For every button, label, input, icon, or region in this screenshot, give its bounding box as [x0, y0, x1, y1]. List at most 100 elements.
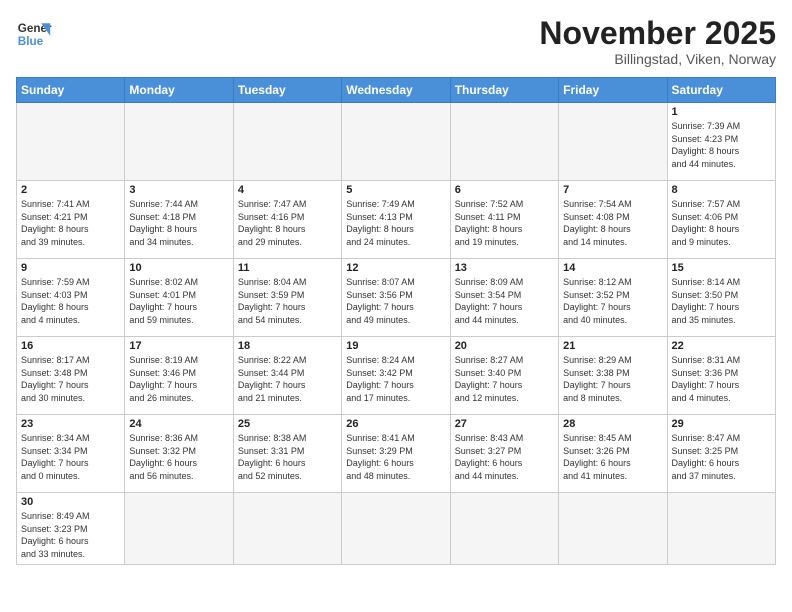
day-number: 5 — [346, 184, 445, 196]
calendar-cell: 12 Sunrise: 8:07 AM Sunset: 3:56 PM Dayli… — [342, 259, 450, 337]
calendar-cell: 14Sunrise: 8:12 AM Sunset: 3:52 PM Dayli… — [559, 259, 667, 337]
week-row-0: 1Sunrise: 7:39 AM Sunset: 4:23 PM Daylig… — [17, 103, 776, 181]
calendar-cell: 15 Sunrise: 8:14 AM Sunset: 3:50 PM Dayli… — [667, 259, 775, 337]
calendar-cell — [559, 103, 667, 181]
calendar-cell: 8 Sunrise: 7:57 AM Sunset: 4:06 PM Daylig… — [667, 181, 775, 259]
day-number: 4 — [238, 184, 337, 196]
calendar-cell: 25 Sunrise: 8:38 AM Sunset: 3:31 PM Dayli… — [233, 415, 341, 493]
day-number: 26 — [346, 418, 445, 430]
day-number: 23 — [21, 418, 120, 430]
calendar-cell — [342, 493, 450, 564]
calendar-cell: 7 Sunrise: 7:54 AM Sunset: 4:08 PM Daylig… — [559, 181, 667, 259]
day-number: 16 — [21, 340, 120, 352]
day-info: Sunrise: 8:09 AM Sunset: 3:54 PM Dayligh… — [455, 276, 554, 326]
day-number: 30 — [21, 496, 120, 508]
calendar-cell: 28 Sunrise: 8:45 AM Sunset: 3:26 PM Dayli… — [559, 415, 667, 493]
day-number: 27 — [455, 418, 554, 430]
day-info: Sunrise: 8:07 AM Sunset: 3:56 PM Dayligh… — [346, 276, 445, 326]
calendar-cell: 20Sunrise: 8:27 AM Sunset: 3:40 PM Dayli… — [450, 337, 558, 415]
day-number: 29 — [672, 418, 771, 430]
week-row-1: 2Sunrise: 7:41 AM Sunset: 4:21 PM Daylig… — [17, 181, 776, 259]
day-info: Sunrise: 8:17 AM Sunset: 3:48 PM Dayligh… — [21, 354, 120, 404]
calendar-cell: 11Sunrise: 8:04 AM Sunset: 3:59 PM Dayli… — [233, 259, 341, 337]
calendar: Sunday Monday Tuesday Wednesday Thursday… — [16, 77, 776, 564]
calendar-cell: 10 Sunrise: 8:02 AM Sunset: 4:01 PM Dayli… — [125, 259, 233, 337]
calendar-cell: 6 Sunrise: 7:52 AM Sunset: 4:11 PM Daylig… — [450, 181, 558, 259]
day-number: 25 — [238, 418, 337, 430]
day-number: 2 — [21, 184, 120, 196]
day-number: 17 — [129, 340, 228, 352]
calendar-cell — [17, 103, 125, 181]
calendar-cell: 23Sunrise: 8:34 AM Sunset: 3:34 PM Dayli… — [17, 415, 125, 493]
day-info: Sunrise: 7:54 AM Sunset: 4:08 PM Dayligh… — [563, 198, 662, 248]
calendar-cell: 17 Sunrise: 8:19 AM Sunset: 3:46 PM Dayli… — [125, 337, 233, 415]
calendar-cell: 24 Sunrise: 8:36 AM Sunset: 3:32 PM Dayli… — [125, 415, 233, 493]
day-info: Sunrise: 8:31 AM Sunset: 3:36 PM Dayligh… — [672, 354, 771, 404]
weekday-header-row: Sunday Monday Tuesday Wednesday Thursday… — [17, 78, 776, 103]
day-number: 8 — [672, 184, 771, 196]
week-row-4: 23Sunrise: 8:34 AM Sunset: 3:34 PM Dayli… — [17, 415, 776, 493]
day-number: 6 — [455, 184, 554, 196]
day-info: Sunrise: 7:57 AM Sunset: 4:06 PM Dayligh… — [672, 198, 771, 248]
day-info: Sunrise: 8:24 AM Sunset: 3:42 PM Dayligh… — [346, 354, 445, 404]
calendar-cell — [450, 103, 558, 181]
day-number: 3 — [129, 184, 228, 196]
day-number: 12 — [346, 262, 445, 274]
header-friday: Friday — [559, 78, 667, 103]
location: Billingstad, Viken, Norway — [539, 51, 776, 67]
day-info: Sunrise: 8:14 AM Sunset: 3:50 PM Dayligh… — [672, 276, 771, 326]
title-block: November 2025 Billingstad, Viken, Norway — [539, 16, 776, 67]
header: General Blue November 2025 Billingstad, … — [16, 16, 776, 67]
day-number: 18 — [238, 340, 337, 352]
day-number: 22 — [672, 340, 771, 352]
day-info: Sunrise: 8:49 AM Sunset: 3:23 PM Dayligh… — [21, 510, 120, 560]
calendar-cell: 4 Sunrise: 7:47 AM Sunset: 4:16 PM Daylig… — [233, 181, 341, 259]
day-number: 13 — [455, 262, 554, 274]
day-info: Sunrise: 8:12 AM Sunset: 3:52 PM Dayligh… — [563, 276, 662, 326]
calendar-cell: 13 Sunrise: 8:09 AM Sunset: 3:54 PM Dayli… — [450, 259, 558, 337]
day-info: Sunrise: 8:36 AM Sunset: 3:32 PM Dayligh… — [129, 432, 228, 482]
calendar-cell — [559, 493, 667, 564]
day-info: Sunrise: 7:59 AM Sunset: 4:03 PM Dayligh… — [21, 276, 120, 326]
day-number: 15 — [672, 262, 771, 274]
calendar-cell: 5 Sunrise: 7:49 AM Sunset: 4:13 PM Daylig… — [342, 181, 450, 259]
month-title: November 2025 — [539, 16, 776, 51]
calendar-cell: 1Sunrise: 7:39 AM Sunset: 4:23 PM Daylig… — [667, 103, 775, 181]
day-number: 20 — [455, 340, 554, 352]
day-info: Sunrise: 8:04 AM Sunset: 3:59 PM Dayligh… — [238, 276, 337, 326]
header-wednesday: Wednesday — [342, 78, 450, 103]
day-number: 19 — [346, 340, 445, 352]
calendar-cell: 22 Sunrise: 8:31 AM Sunset: 3:36 PM Dayli… — [667, 337, 775, 415]
calendar-cell: 26 Sunrise: 8:41 AM Sunset: 3:29 PM Dayli… — [342, 415, 450, 493]
calendar-cell: 9Sunrise: 7:59 AM Sunset: 4:03 PM Daylig… — [17, 259, 125, 337]
page: General Blue November 2025 Billingstad, … — [0, 0, 792, 612]
day-info: Sunrise: 8:38 AM Sunset: 3:31 PM Dayligh… — [238, 432, 337, 482]
calendar-cell: 27Sunrise: 8:43 AM Sunset: 3:27 PM Dayli… — [450, 415, 558, 493]
day-number: 7 — [563, 184, 662, 196]
day-info: Sunrise: 8:29 AM Sunset: 3:38 PM Dayligh… — [563, 354, 662, 404]
day-info: Sunrise: 7:52 AM Sunset: 4:11 PM Dayligh… — [455, 198, 554, 248]
day-number: 24 — [129, 418, 228, 430]
day-info: Sunrise: 8:45 AM Sunset: 3:26 PM Dayligh… — [563, 432, 662, 482]
day-info: Sunrise: 7:47 AM Sunset: 4:16 PM Dayligh… — [238, 198, 337, 248]
calendar-cell: 2Sunrise: 7:41 AM Sunset: 4:21 PM Daylig… — [17, 181, 125, 259]
day-number: 10 — [129, 262, 228, 274]
header-tuesday: Tuesday — [233, 78, 341, 103]
day-info: Sunrise: 7:44 AM Sunset: 4:18 PM Dayligh… — [129, 198, 228, 248]
day-info: Sunrise: 8:19 AM Sunset: 3:46 PM Dayligh… — [129, 354, 228, 404]
calendar-cell — [233, 103, 341, 181]
logo: General Blue — [16, 16, 52, 52]
logo-icon: General Blue — [16, 16, 52, 52]
day-info: Sunrise: 7:49 AM Sunset: 4:13 PM Dayligh… — [346, 198, 445, 248]
calendar-cell: 29 Sunrise: 8:47 AM Sunset: 3:25 PM Dayli… — [667, 415, 775, 493]
day-info: Sunrise: 8:22 AM Sunset: 3:44 PM Dayligh… — [238, 354, 337, 404]
calendar-cell: 30 Sunrise: 8:49 AM Sunset: 3:23 PM Dayli… — [17, 493, 125, 564]
day-info: Sunrise: 8:02 AM Sunset: 4:01 PM Dayligh… — [129, 276, 228, 326]
calendar-cell — [342, 103, 450, 181]
calendar-cell — [667, 493, 775, 564]
day-number: 28 — [563, 418, 662, 430]
calendar-cell — [233, 493, 341, 564]
day-info: Sunrise: 8:47 AM Sunset: 3:25 PM Dayligh… — [672, 432, 771, 482]
week-row-5: 30 Sunrise: 8:49 AM Sunset: 3:23 PM Dayli… — [17, 493, 776, 564]
day-info: Sunrise: 8:41 AM Sunset: 3:29 PM Dayligh… — [346, 432, 445, 482]
